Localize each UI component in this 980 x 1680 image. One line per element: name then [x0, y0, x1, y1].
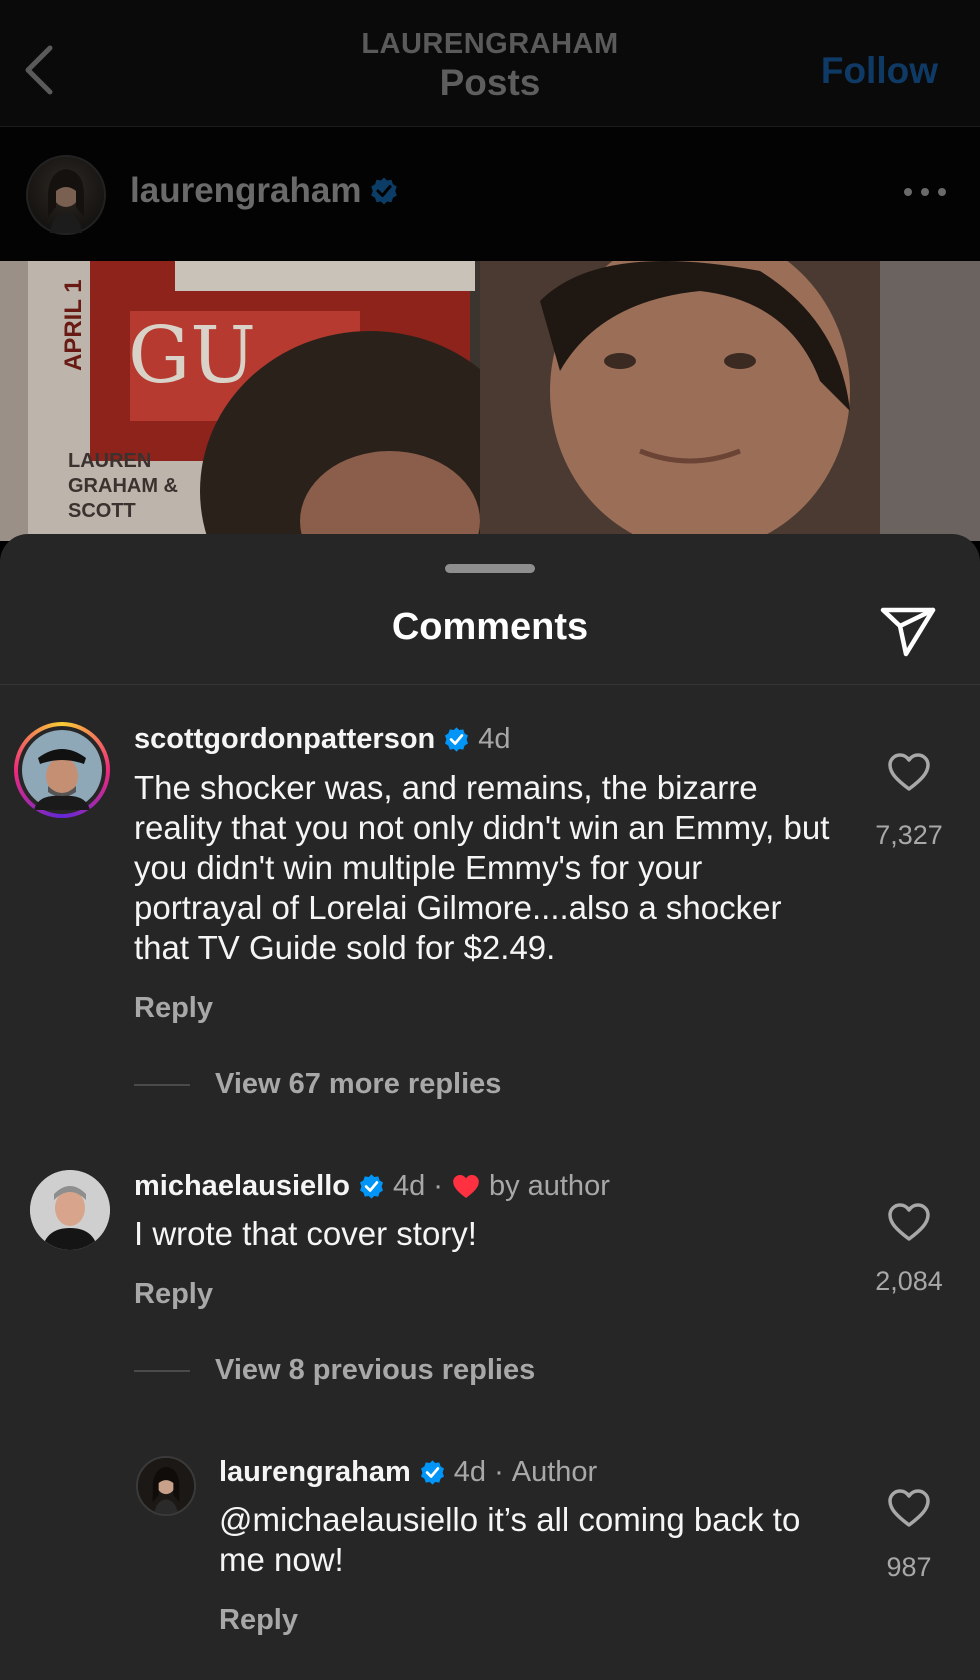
comment-text: @michaelausiello it’s all coming back to…	[219, 1500, 839, 1580]
meta-separator: ·	[433, 1170, 443, 1202]
comment-username[interactable]: laurengraham	[219, 1456, 411, 1489]
follow-button[interactable]: Follow	[821, 50, 938, 92]
sheet-divider	[0, 684, 980, 685]
post-author-username[interactable]: laurengraham	[130, 171, 361, 211]
verified-badge-icon	[445, 727, 469, 752]
verified-badge-icon	[360, 1174, 383, 1199]
commenter-avatar[interactable]	[136, 1456, 196, 1516]
post-header: laurengraham	[0, 127, 980, 261]
commenter-avatar[interactable]	[30, 1170, 110, 1250]
avatar-image	[30, 1170, 110, 1250]
mention-link[interactable]: @michaelausiello	[219, 1501, 478, 1538]
heart-icon[interactable]	[887, 1202, 931, 1242]
heart-icon[interactable]	[887, 752, 931, 792]
post-author-avatar[interactable]	[26, 155, 106, 235]
commenter-avatar[interactable]	[14, 722, 110, 818]
reply-button[interactable]: Reply	[134, 1278, 213, 1311]
comment-username[interactable]: scottgordonpatterson	[134, 723, 435, 756]
cover-date-text: APRIL 1	[60, 279, 87, 371]
meta-separator: ·	[494, 1456, 504, 1488]
like-count: 2,084	[875, 1266, 943, 1296]
author-label: Author	[511, 1456, 598, 1488]
send-icon[interactable]	[878, 602, 938, 658]
replies-line	[134, 1084, 190, 1086]
liked-by-author-label: by author	[488, 1170, 610, 1202]
top-nav-bar: LAURENGRAHAM Posts Follow	[0, 0, 980, 127]
comment-age: 4d	[393, 1170, 426, 1202]
heart-icon[interactable]	[887, 1488, 931, 1528]
replies-line	[134, 1370, 190, 1372]
reply-button[interactable]: Reply	[134, 992, 213, 1025]
comment-username[interactable]: michaelausiello	[134, 1170, 350, 1203]
comments-title: Comments	[391, 606, 589, 648]
comment-age: 4d	[478, 723, 511, 755]
post-image[interactable]: APRIL 1 GU LAUREN GRAHAM & SCOTT	[0, 261, 980, 541]
drag-handle[interactable]	[445, 564, 535, 573]
view-replies-button[interactable]: View 8 previous replies	[215, 1354, 535, 1387]
comment-text: I wrote that cover story!	[134, 1215, 477, 1252]
verified-badge-icon	[371, 177, 398, 205]
like-count: 987	[886, 1552, 932, 1582]
view-replies-button[interactable]: View 67 more replies	[215, 1068, 501, 1101]
reply-button[interactable]: Reply	[219, 1604, 298, 1637]
like-count: 7,327	[875, 820, 943, 850]
author-liked-heart-icon	[453, 1175, 479, 1198]
comment-text: The shocker was, and remains, the bizarr…	[134, 769, 830, 966]
avatar-image	[138, 1458, 194, 1514]
comment-age: 4d	[453, 1456, 487, 1488]
avatar-image	[48, 169, 84, 233]
cover-logo-text: GU	[128, 311, 257, 401]
more-options-icon[interactable]	[900, 177, 950, 207]
verified-badge-icon	[420, 1460, 444, 1485]
cover-names-text: LAUREN GRAHAM & SCOTT	[68, 450, 178, 522]
comments-sheet: Comments scottgordonpatterson 4d The sho	[0, 534, 980, 1680]
avatar-image	[22, 730, 102, 810]
